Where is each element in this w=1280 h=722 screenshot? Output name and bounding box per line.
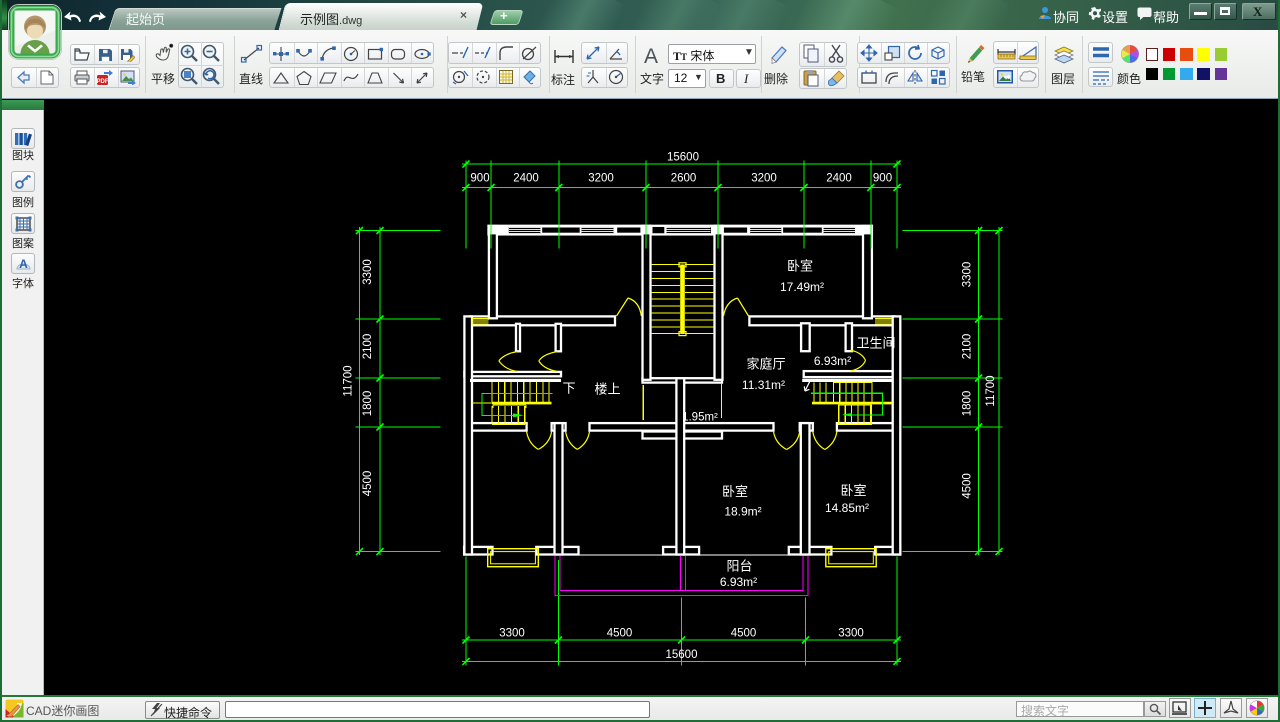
svg-text:4500: 4500 [607,628,633,640]
svg-text:1800: 1800 [362,391,374,417]
svg-text:卧室: 卧室 [722,484,748,499]
svg-text:3300: 3300 [962,262,974,288]
svg-text:6.93m²: 6.93m² [814,354,851,368]
svg-text:6.93m²: 6.93m² [720,575,757,589]
svg-text:17.49m²: 17.49m² [780,280,824,294]
svg-text:2600: 2600 [671,173,697,185]
svg-text:11700: 11700 [985,375,997,406]
svg-text:3300: 3300 [499,628,525,640]
svg-text:3200: 3200 [588,173,614,185]
svg-text:11.31m²: 11.31m² [742,378,785,392]
svg-text:A: A [19,257,28,271]
svg-text:3300: 3300 [838,628,864,640]
svg-text:2100: 2100 [362,334,374,360]
svg-text:卧室: 卧室 [787,259,813,274]
svg-text:3200: 3200 [751,173,777,185]
svg-text:4500: 4500 [731,628,757,640]
svg-text:阳台: 阳台 [726,559,752,574]
svg-text:1800: 1800 [962,391,974,417]
svg-text:15600: 15600 [667,152,699,164]
svg-text:卫生间: 卫生间 [856,336,895,351]
svg-text:2400: 2400 [826,173,852,185]
svg-text:卧室: 卧室 [840,483,866,498]
svg-text:楼上: 楼上 [594,382,620,397]
svg-text:3300: 3300 [362,259,374,285]
svg-text:1.95m²: 1.95m² [682,412,718,424]
svg-text:900: 900 [470,173,489,185]
svg-text:家庭厅: 家庭厅 [746,357,785,372]
svg-text:下: 下 [562,381,575,396]
svg-text:18.9m²: 18.9m² [724,505,761,519]
svg-text:4500: 4500 [362,471,374,497]
svg-text:14.85m²: 14.85m² [825,501,869,515]
svg-text:A: A [644,45,658,66]
svg-text:PDF: PDF [97,79,109,85]
svg-text:4500: 4500 [962,473,974,499]
svg-text:900: 900 [873,173,892,185]
svg-text:11700: 11700 [343,365,355,396]
svg-text:2400: 2400 [513,173,539,185]
svg-text:15600: 15600 [666,649,698,661]
svg-text:2100: 2100 [962,334,974,360]
